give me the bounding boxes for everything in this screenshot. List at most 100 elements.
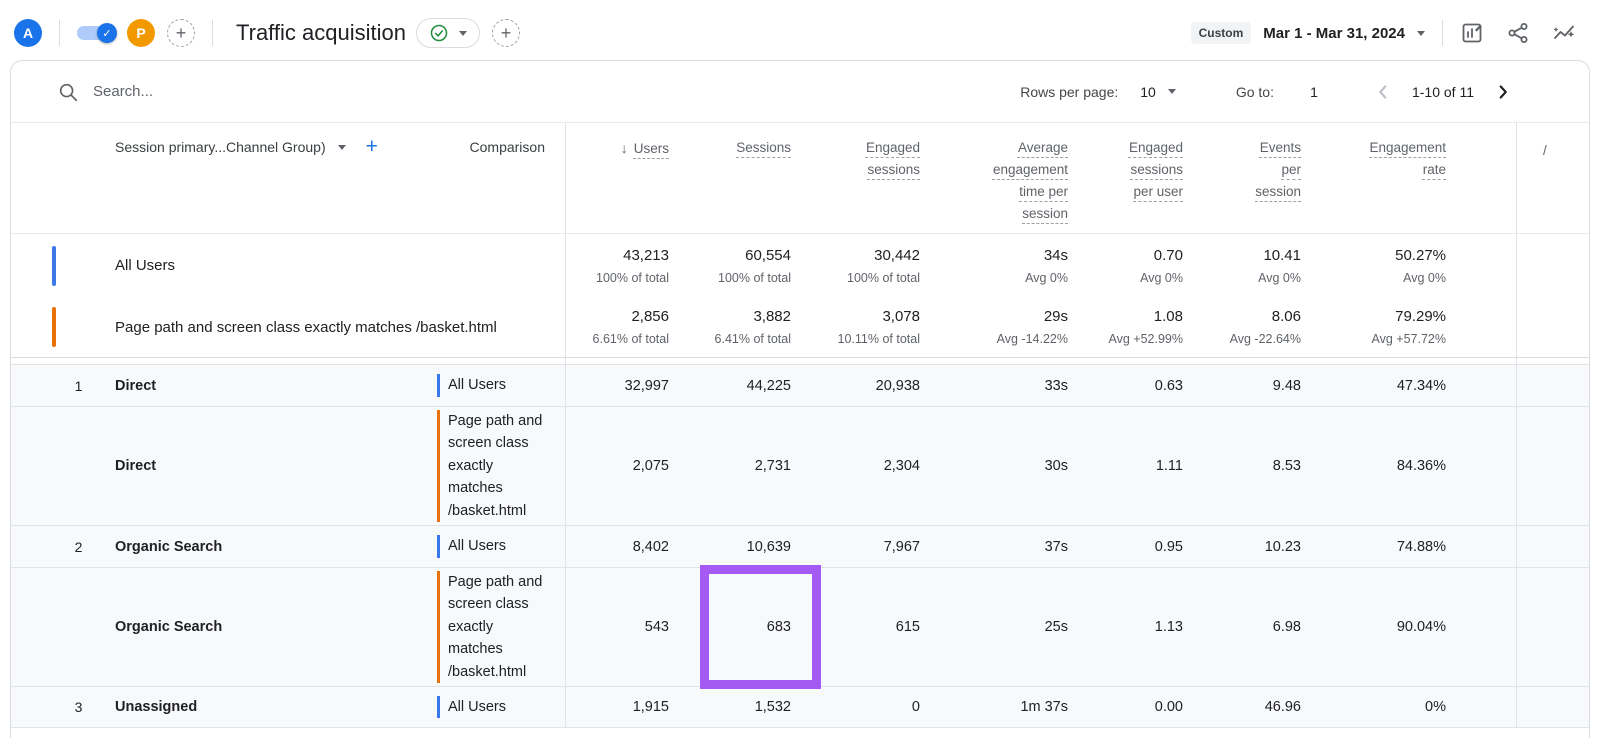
metric-subvalue: 100% of total	[803, 271, 920, 285]
channel-cell: Organic Search	[105, 539, 433, 555]
summary-row[interactable]: All Users43,213100% of total60,554100% o…	[11, 233, 1589, 297]
metric-cell: 43,213100% of total	[565, 247, 681, 285]
column-header-average-engagement-time-per-session[interactable]: Average engagement time per session	[932, 137, 1080, 225]
previous-page-icon[interactable]	[1372, 81, 1394, 103]
metric-subvalue: 100% of total	[681, 271, 791, 285]
customize-report-icon[interactable]	[1460, 21, 1484, 45]
date-range-label: Mar 1 - Mar 31, 2024	[1263, 25, 1405, 42]
data-table: Session primary...Channel Group) + Compa…	[11, 123, 1589, 728]
metric-cell: 10,639	[681, 539, 803, 555]
column-header-engagement-rate[interactable]: Engagement rate	[1313, 137, 1516, 225]
metric-cell: 84.36%	[1313, 458, 1516, 474]
column-header-label: Sessions	[736, 140, 791, 155]
column-divider	[1516, 123, 1517, 728]
metric-cell: 25s	[932, 619, 1080, 635]
search-input[interactable]	[93, 83, 513, 100]
metric-cell: 1m 37s	[932, 699, 1080, 715]
metric-cell: 1.13	[1080, 619, 1195, 635]
summary-row-label: All Users	[115, 255, 555, 276]
row-number-cell: 1	[52, 378, 105, 394]
metric-subvalue: Avg 0%	[1313, 271, 1446, 285]
report-status-pill[interactable]	[416, 18, 480, 48]
column-header-engaged-sessions-per-user[interactable]: Engaged sessions per user	[1080, 137, 1195, 225]
metric-value: 10.41	[1195, 247, 1301, 264]
table-row[interactable]: 1DirectAll Users32,99744,22520,93833s0.6…	[11, 364, 1589, 406]
dimension-selector[interactable]: Session primary...Channel Group)	[115, 139, 346, 155]
table-row[interactable]: Organic SearchPage path and screen class…	[11, 567, 1589, 686]
goto-page-input[interactable]	[1296, 84, 1332, 100]
metric-cell: 29sAvg -14.22%	[932, 308, 1080, 346]
row-metrics: 32,99744,22520,93833s0.639.4847.34%	[565, 378, 1516, 394]
channel-cell: Unassigned	[105, 699, 433, 715]
date-range-type-badge: Custom	[1191, 22, 1252, 44]
comparison-toggle[interactable]: ✓	[77, 26, 113, 40]
metric-value: 34s	[932, 247, 1068, 264]
metric-cell: 90.04%	[1313, 619, 1516, 635]
metric-cell: 1,915	[565, 699, 681, 715]
column-header-engaged-sessions[interactable]: Engaged sessions	[803, 137, 932, 225]
metric-cell: 30s	[932, 458, 1080, 474]
next-page-icon[interactable]	[1492, 81, 1514, 103]
table-header-row: Session primary...Channel Group) + Compa…	[11, 123, 1589, 233]
table-row[interactable]: DirectPage path and screen class exactly…	[11, 406, 1589, 525]
rows-per-page-label: Rows per page:	[1020, 84, 1118, 100]
chevron-down-icon	[1417, 31, 1425, 36]
metric-cell: 2,8566.61% of total	[565, 308, 681, 346]
metric-cell: 1.11	[1080, 458, 1195, 474]
metric-cell: 8,402	[565, 539, 681, 555]
chevron-down-icon	[459, 31, 467, 36]
table-row[interactable]: 3UnassignedAll Users1,9151,53201m 37s0.0…	[11, 686, 1589, 728]
add-dimension-button[interactable]: +	[366, 137, 378, 157]
comparison-badge[interactable]: P	[127, 19, 155, 47]
row-metrics: 1,9151,53201m 37s0.0046.960%	[565, 699, 1516, 715]
toggle-check-icon: ✓	[97, 23, 117, 43]
add-comparison-button[interactable]: +	[167, 19, 195, 47]
metric-value: 2,856	[565, 308, 669, 325]
share-icon[interactable]	[1506, 21, 1530, 45]
metric-value: 0.70	[1080, 247, 1183, 264]
column-header-events-per-session[interactable]: Events per session	[1195, 137, 1313, 225]
metric-cell: 0	[803, 699, 932, 715]
metric-value: 50.27%	[1313, 247, 1446, 264]
divider	[212, 20, 213, 46]
column-header-label: Users	[634, 141, 669, 156]
column-header-users[interactable]: ↓Users	[565, 137, 681, 225]
column-header-sessions[interactable]: Sessions	[681, 137, 803, 225]
metric-cell: 9.48	[1195, 378, 1313, 394]
insights-icon[interactable]	[1552, 21, 1576, 45]
metric-cell: 1.08Avg +52.99%	[1080, 308, 1195, 346]
table-row[interactable]: 2Organic SearchAll Users8,40210,6397,967…	[11, 525, 1589, 567]
clipped-next-column: /	[1543, 143, 1547, 158]
metric-cell: 0%	[1313, 699, 1516, 715]
metric-subvalue: Avg 0%	[1080, 271, 1183, 285]
summary-metrics: 43,213100% of total60,554100% of total30…	[565, 247, 1516, 285]
row-metrics: 2,0752,7312,30430s1.118.5384.36%	[565, 458, 1516, 474]
row-metrics: 8,40210,6397,96737s0.9510.2374.88%	[565, 539, 1516, 555]
comparison-label: Page path and screen class exactly match…	[437, 410, 549, 523]
rows-per-page-select[interactable]: 10	[1140, 84, 1176, 100]
column-header-label: Engaged sessions	[866, 140, 920, 177]
report-table-card: Rows per page: 10 Go to: 1-10 of 11 Sess…	[10, 60, 1590, 738]
date-range-selector[interactable]: Mar 1 - Mar 31, 2024	[1263, 25, 1425, 42]
metric-cell: 32,997	[565, 378, 681, 394]
summary-row[interactable]: Page path and screen class exactly match…	[11, 297, 1589, 357]
metric-value: 43,213	[565, 247, 669, 264]
metric-cell: 7,967	[803, 539, 932, 555]
metric-cell: 2,731	[681, 458, 803, 474]
comparison-accent-bar	[52, 246, 56, 286]
metric-cell: 8.06Avg -22.64%	[1195, 308, 1313, 346]
metric-cell: 47.34%	[1313, 378, 1516, 394]
metric-cell: 2,075	[565, 458, 681, 474]
metric-value: 29s	[932, 308, 1068, 325]
metric-cell: 46.96	[1195, 699, 1313, 715]
comparison-accent-bar	[52, 307, 56, 347]
account-avatar[interactable]: A	[14, 19, 42, 47]
summary-rows: All Users43,213100% of total60,554100% o…	[11, 233, 1589, 357]
metric-subvalue: Avg -22.64%	[1195, 332, 1301, 346]
metric-cell: 0.63	[1080, 378, 1195, 394]
comparison-label: All Users	[437, 535, 549, 558]
add-report-button[interactable]: +	[492, 19, 520, 47]
metric-cell: 2,304	[803, 458, 932, 474]
table-toolbar: Rows per page: 10 Go to: 1-10 of 11	[11, 61, 1589, 123]
metric-cell: 6.98	[1195, 619, 1313, 635]
